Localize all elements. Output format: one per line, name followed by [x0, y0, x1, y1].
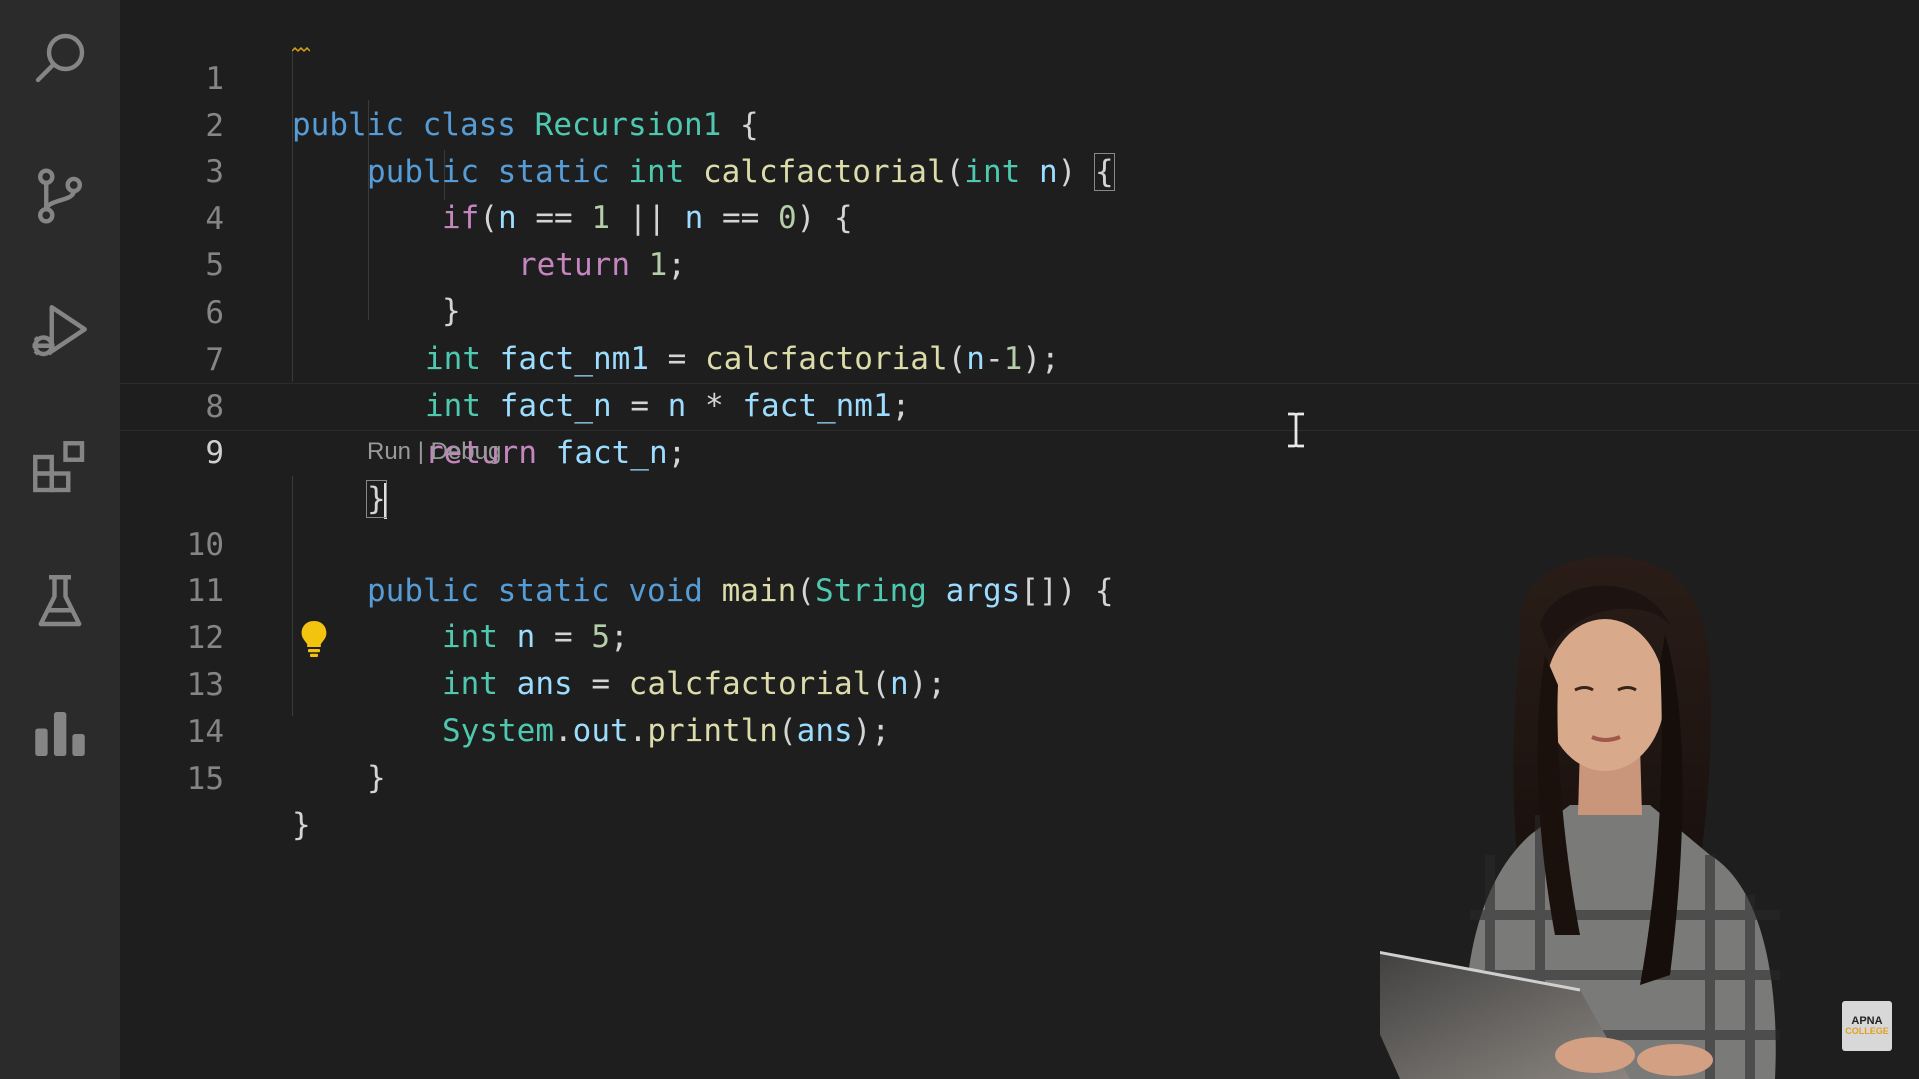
- debug-link[interactable]: Debug: [431, 438, 502, 465]
- code-line-9[interactable]: 9 }: [120, 383, 1919, 519]
- screen: 1 public class Recursion1 { 2 public sta…: [0, 0, 1919, 1079]
- channel-logo: APNA COLLEGE: [1842, 1001, 1892, 1051]
- codelens-separator: |: [411, 438, 431, 465]
- code-line-3[interactable]: 3 if(n == 1 || n == 0) {: [120, 103, 1919, 236]
- warning-squiggle: [292, 47, 310, 53]
- punctuation: }: [292, 807, 311, 843]
- variable: fact_n: [555, 435, 668, 471]
- line-number: 15: [186, 761, 224, 797]
- code-line-7[interactable]: 7 int fact_n = n * fact_nm1;: [120, 291, 1919, 424]
- search-icon[interactable]: [22, 20, 98, 96]
- code-line-10[interactable]: 10 public static void main(String args[]…: [120, 476, 1919, 609]
- line-number: 9: [205, 435, 224, 471]
- activity-bar: [0, 0, 120, 1079]
- logo-text-bottom: COLLEGE: [1845, 1026, 1889, 1036]
- codelens: Run | Debug: [367, 438, 501, 466]
- punctuation: }: [367, 760, 386, 796]
- code-line-1[interactable]: 1 public class Recursion1 {: [120, 10, 1919, 143]
- code-line-8[interactable]: 8 return fact_n;: [120, 338, 1919, 471]
- code-line-4[interactable]: 4 return 1;: [120, 150, 1919, 283]
- presenter-video: [1380, 556, 1780, 1079]
- testing-icon[interactable]: [22, 564, 98, 640]
- charts-icon[interactable]: [22, 696, 98, 772]
- run-link[interactable]: Run: [367, 438, 411, 465]
- run-debug-icon[interactable]: [22, 294, 98, 370]
- code-line-6[interactable]: 6 int fact_nm1 = calcfactorial(n-1);: [120, 244, 1919, 377]
- ibeam-cursor-icon: [1288, 412, 1304, 448]
- code-line-5[interactable]: 5 }: [120, 196, 1919, 329]
- code-line-2[interactable]: 2 public static int calcfactorial(int n)…: [120, 57, 1919, 191]
- extensions-icon[interactable]: [22, 430, 98, 506]
- punctuation: ;: [667, 435, 687, 471]
- source-control-icon[interactable]: [22, 158, 98, 234]
